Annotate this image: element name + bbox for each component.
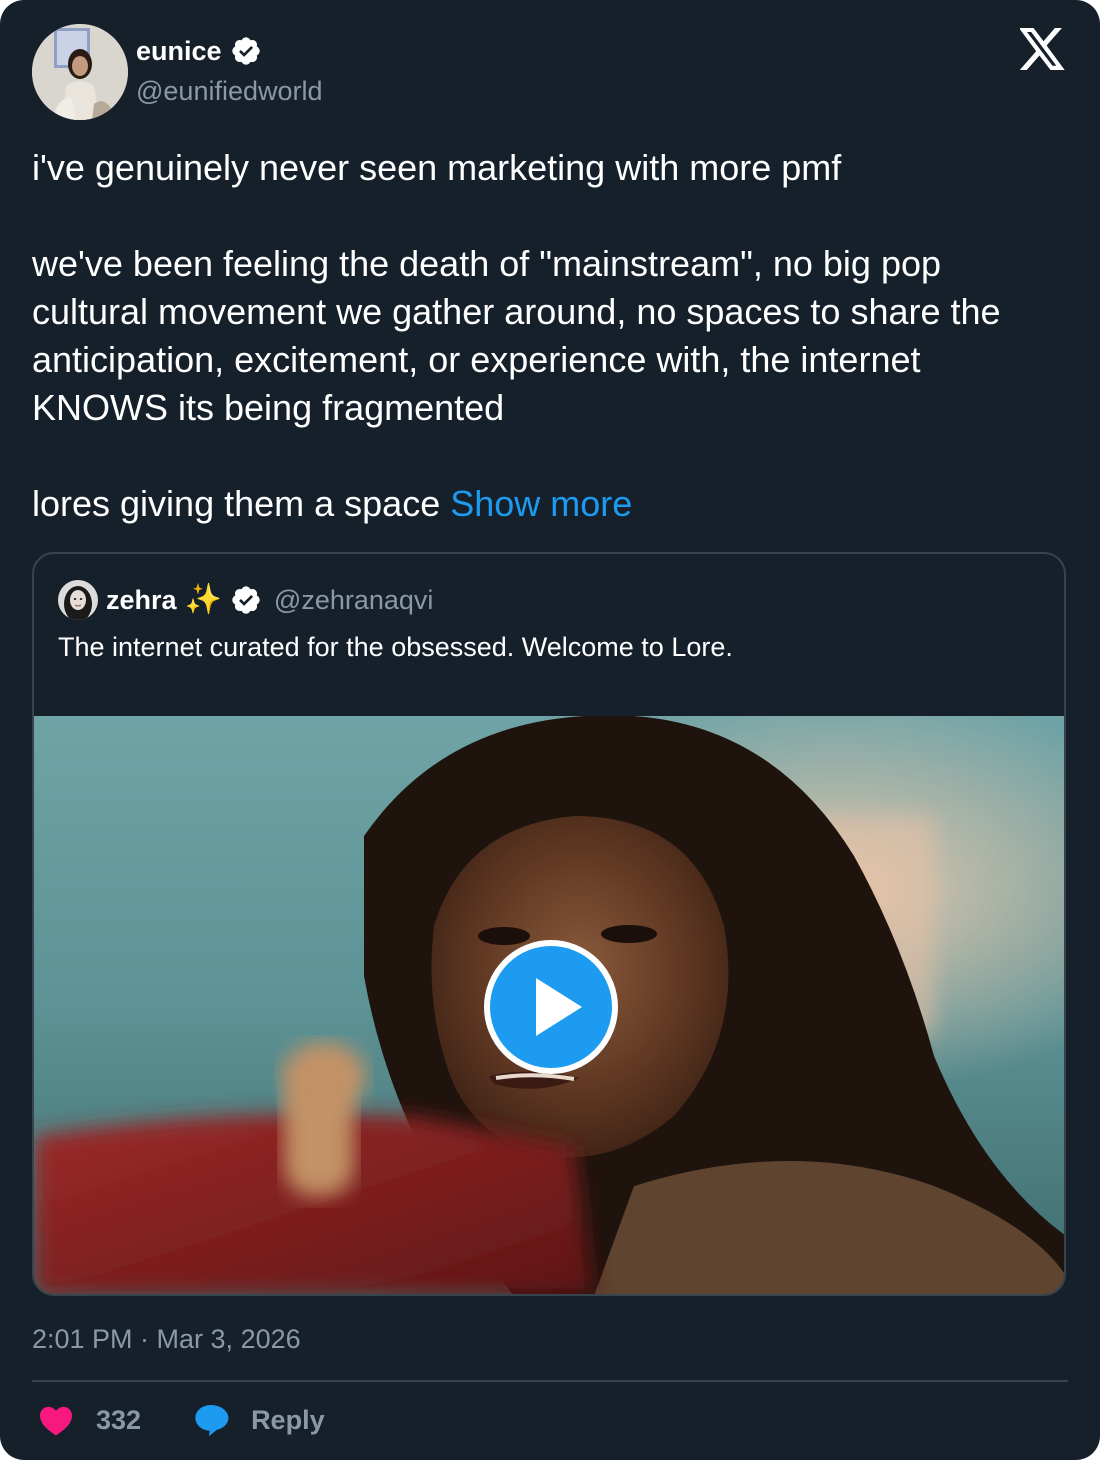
- author-handle[interactable]: @eunifiedworld: [136, 76, 323, 107]
- quoted-tweet-header: zehra ✨ @zehranaqvi: [58, 578, 433, 622]
- quoted-author-avatar[interactable]: [58, 580, 98, 620]
- tweet-paragraph-last: lores giving them a space Show more: [32, 480, 1062, 528]
- tweet-paragraph: we've been feeling the death of "mainstr…: [32, 243, 1001, 428]
- quoted-author-name[interactable]: zehra: [106, 585, 177, 616]
- sparkles-emoji: ✨: [184, 583, 222, 616]
- tweet-paragraph-text: lores giving them a space: [32, 483, 441, 524]
- verified-badge-icon: [232, 586, 260, 614]
- tweet-timestamp[interactable]: 2:01 PM · Mar 3, 2026: [32, 1324, 301, 1355]
- tweet-card: eunice @eunifiedworld i've genuinely nev…: [0, 0, 1100, 1460]
- verified-badge-icon: [231, 37, 260, 65]
- author-name-row: eunice: [136, 32, 262, 70]
- quoted-tweet[interactable]: zehra ✨ @zehranaqvi The internet curated…: [32, 552, 1066, 1296]
- show-more-link[interactable]: Show more: [450, 483, 632, 524]
- author-name[interactable]: eunice: [136, 36, 222, 67]
- tweet-actions: 332 Reply: [38, 1400, 325, 1440]
- speech-bubble-icon: [195, 1405, 229, 1437]
- tweet-text: i've genuinely never seen marketing with…: [32, 144, 1062, 528]
- reply-button[interactable]: Reply: [193, 1402, 325, 1438]
- play-button[interactable]: [484, 940, 618, 1074]
- tweet-paragraph: i've genuinely never seen marketing with…: [32, 147, 842, 188]
- quoted-author-handle[interactable]: @zehranaqvi: [274, 585, 434, 616]
- author-avatar[interactable]: [32, 24, 128, 120]
- like-count: 332: [96, 1404, 142, 1435]
- quoted-tweet-text: The internet curated for the obsessed. W…: [58, 632, 733, 662]
- reply-label: Reply: [251, 1404, 325, 1435]
- video-thumbnail[interactable]: [34, 716, 1064, 1294]
- divider: [32, 1380, 1068, 1382]
- like-button[interactable]: 332: [38, 1404, 141, 1436]
- heart-icon: [40, 1406, 72, 1436]
- x-logo-icon[interactable]: [1020, 28, 1066, 70]
- play-icon: [536, 978, 582, 1036]
